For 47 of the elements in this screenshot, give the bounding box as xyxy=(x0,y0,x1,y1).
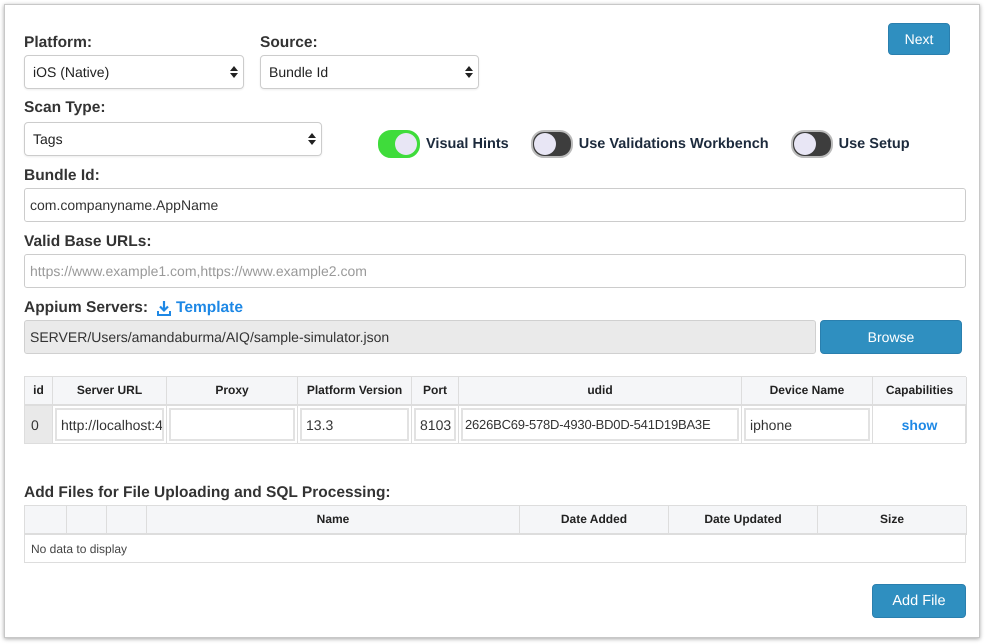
select-field[interactable]: iOS (Native) xyxy=(24,55,244,89)
column-header: id xyxy=(25,377,53,406)
cell-input-field[interactable]: 13.3 xyxy=(300,408,409,441)
cell-input-field[interactable]: 2626BC69-578D-4930-BD0D-541D19BA3E xyxy=(461,408,739,441)
toggle-switch[interactable] xyxy=(378,130,420,158)
empty-message: No data to display xyxy=(31,542,128,556)
browse-button[interactable]: Browse xyxy=(820,320,962,354)
cell-input-field[interactable] xyxy=(169,408,295,441)
table-cell: 0 xyxy=(25,406,53,443)
column-header: Platform Version xyxy=(298,377,412,406)
column-header: Server URL xyxy=(53,377,167,406)
input-field[interactable]: https://www.example1.com,https://www.example2.com xyxy=(24,254,966,288)
field-label: Appium Servers: xyxy=(24,299,148,317)
column-header: Capabilities xyxy=(873,377,967,406)
field-label: Scan Type: xyxy=(24,99,107,117)
updown-arrows-icon xyxy=(465,66,473,78)
column-header: Proxy xyxy=(167,377,298,406)
column-header: Port xyxy=(412,377,459,406)
toggle-switch[interactable] xyxy=(530,130,573,158)
cell-input-field[interactable]: iphone xyxy=(744,408,870,441)
file-path-field[interactable]: SERVER/Users/amandaburma/AIQ/sample-simulator.json xyxy=(24,320,816,354)
select-field[interactable]: Bundle Id xyxy=(260,55,479,89)
updown-arrows-icon xyxy=(308,133,316,145)
toggle-switch[interactable] xyxy=(790,130,833,158)
column-header: udid xyxy=(459,377,742,406)
field-label: Platform: xyxy=(24,34,94,52)
toggle-label: Use Setup xyxy=(838,136,910,152)
download-icon xyxy=(157,300,172,316)
column-header: Date Updated xyxy=(669,506,818,535)
show-link[interactable]: show xyxy=(902,416,938,432)
field-label: Valid Base URLs: xyxy=(24,233,152,251)
section-label: Add Files for File Uploading and SQL Processing: xyxy=(24,484,392,502)
column-header: Device Name xyxy=(742,377,873,406)
field-label: Bundle Id: xyxy=(24,167,101,185)
cell-input-field[interactable]: 8103 xyxy=(414,408,456,441)
toggle-label: Use Validations Workbench xyxy=(578,136,769,152)
field-label: Source: xyxy=(260,34,319,52)
column-header: Date Added xyxy=(520,506,669,535)
column-header: Size xyxy=(818,506,967,535)
input-field[interactable]: com.companyname.AppName xyxy=(24,188,966,222)
next-button[interactable]: Next xyxy=(888,23,950,55)
updown-arrows-icon xyxy=(230,66,238,78)
select-field[interactable]: Tags xyxy=(24,122,322,156)
template-link[interactable]: Template xyxy=(157,299,243,317)
add-file-button[interactable]: Add File xyxy=(872,584,966,618)
toggle-label: Visual Hints xyxy=(426,136,509,152)
column-header: Name xyxy=(147,506,520,535)
